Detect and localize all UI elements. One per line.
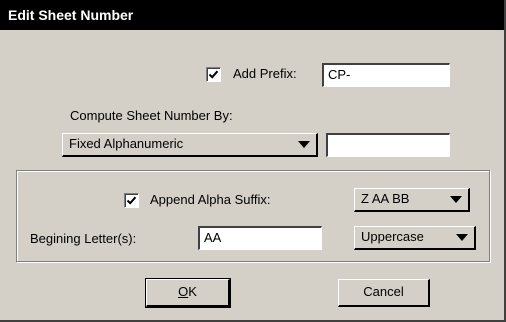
chevron-down-icon [450, 196, 462, 203]
checkmark-icon [126, 196, 137, 205]
add-prefix-checkbox[interactable] [206, 67, 221, 82]
chevron-down-icon [298, 141, 310, 148]
append-alpha-suffix-label: Append Alpha Suffix: [150, 192, 271, 207]
checkmark-icon [208, 70, 219, 79]
compute-method-dropdown[interactable]: Fixed Alphanumeric [62, 133, 318, 157]
cancel-button[interactable]: Cancel [338, 279, 430, 307]
compute-by-label: Compute Sheet Number By: [70, 108, 233, 123]
chevron-down-icon [456, 234, 468, 241]
suffix-style-value: Z AA BB [361, 191, 410, 206]
compute-method-value: Fixed Alphanumeric [69, 136, 184, 151]
beginning-letters-label: Begining Letter(s): [30, 231, 137, 246]
dialog-title: Edit Sheet Number [8, 7, 134, 23]
letter-case-value: Uppercase [361, 229, 424, 244]
prefix-input[interactable]: CP- [322, 63, 450, 87]
title-bar: Edit Sheet Number [0, 0, 504, 30]
add-prefix-label: Add Prefix: [233, 66, 297, 81]
ok-label-rest: K [188, 284, 197, 299]
edit-sheet-number-dialog: Edit Sheet Number Add Prefix: CP- Comput… [0, 0, 506, 322]
ok-mnemonic: O [178, 284, 189, 299]
ok-button[interactable]: OK [145, 278, 231, 308]
letter-case-dropdown[interactable]: Uppercase [354, 226, 476, 250]
beginning-letters-input[interactable]: AA [198, 226, 322, 250]
sheet-number-input[interactable] [326, 133, 450, 157]
suffix-style-dropdown[interactable]: Z AA BB [354, 188, 470, 212]
append-alpha-suffix-checkbox[interactable] [124, 193, 139, 208]
